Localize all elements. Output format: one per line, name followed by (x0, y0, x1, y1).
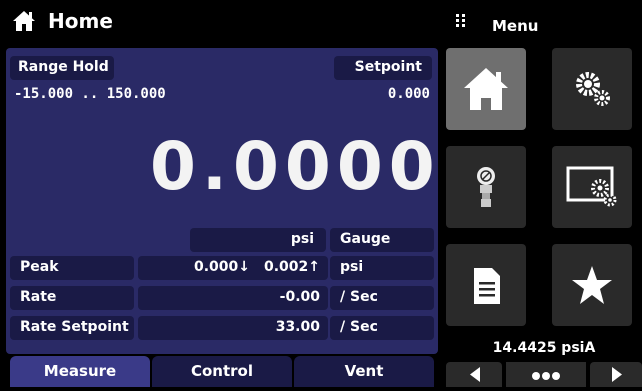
setpoint-value[interactable]: 0.000 (360, 86, 430, 102)
arrow-right-icon (612, 367, 622, 382)
barometric-reading: 14.4425 psiA (492, 340, 596, 356)
arrow-left-icon (470, 367, 480, 382)
sensor-icon (477, 167, 495, 207)
next-page-button[interactable] (590, 362, 642, 387)
peak-unit: psi (340, 259, 364, 275)
prev-page-button[interactable] (446, 362, 502, 387)
rate-setpoint-unit-cell: / Sec (330, 316, 434, 340)
peak-max-value: 0.002↑ (263, 259, 320, 275)
tab-measure[interactable]: Measure (10, 356, 150, 387)
settings-gears-icon (576, 72, 610, 106)
rate-value: -0.00 (279, 289, 320, 305)
settings-tile-button[interactable] (552, 48, 632, 130)
page-title: Home (48, 9, 113, 33)
range-value: -15.000 .. 150.000 (14, 86, 166, 102)
menu-title: Menu (492, 17, 539, 35)
page-indicator (506, 362, 586, 387)
rate-unit: / Sec (340, 289, 378, 305)
sensor-tile-button[interactable] (446, 146, 526, 228)
peak-unit-cell: psi (330, 256, 434, 280)
display-settings-tile-button[interactable] (552, 146, 632, 228)
rate-row-label[interactable]: Rate (10, 286, 134, 310)
peak-values[interactable]: 0.000↓ 0.002↑ (138, 256, 328, 280)
range-hold-button[interactable]: Range Hold (10, 56, 114, 80)
rate-setpoint-unit: / Sec (340, 319, 378, 335)
setpoint-button[interactable]: Setpoint (334, 56, 432, 80)
page-dots-icon (532, 372, 560, 380)
menu-header (446, 0, 642, 44)
peak-min-value: 0.000↓ (194, 259, 251, 275)
grid-icon[interactable] (456, 14, 466, 28)
pressure-reading: 0.0000 (150, 128, 441, 205)
home-tile-button[interactable] (446, 48, 526, 130)
tab-vent[interactable]: Vent (294, 356, 434, 387)
favorites-tile-button[interactable] (552, 244, 632, 326)
rate-setpoint-row-label[interactable]: Rate Setpoint (10, 316, 134, 340)
setpoint-label: Setpoint (354, 59, 422, 75)
mode-label: Gauge (340, 231, 391, 247)
rate-label: Rate (20, 289, 57, 305)
rate-setpoint-value-cell[interactable]: 33.00 (138, 316, 328, 340)
peak-row-label[interactable]: Peak (10, 256, 134, 280)
rate-value-cell[interactable]: -0.00 (138, 286, 328, 310)
star-icon (572, 266, 612, 304)
range-hold-label: Range Hold (18, 59, 109, 75)
tab-control[interactable]: Control (152, 356, 292, 387)
home-icon (464, 68, 508, 110)
unit-selector[interactable]: psi (190, 228, 326, 252)
home-icon (13, 11, 35, 31)
document-icon (474, 268, 500, 304)
document-tile-button[interactable] (446, 244, 526, 326)
display-settings-icon (566, 166, 617, 207)
unit-label: psi (290, 231, 314, 247)
mode-selector[interactable]: Gauge (330, 228, 434, 252)
rate-setpoint-value: 33.00 (275, 319, 320, 335)
peak-label: Peak (20, 259, 59, 275)
rate-setpoint-label: Rate Setpoint (20, 319, 129, 335)
rate-unit-cell: / Sec (330, 286, 434, 310)
